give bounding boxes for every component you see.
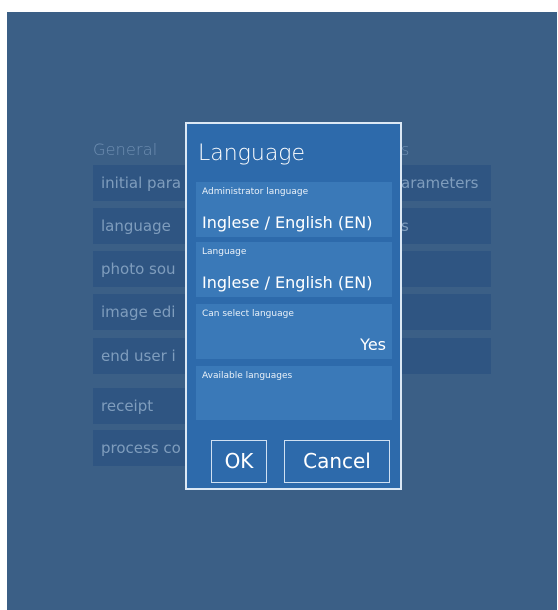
menu-item-receipt[interactable]: receipt	[93, 388, 187, 424]
ok-button[interactable]: OK	[211, 440, 267, 483]
field-label: Administrator language	[202, 187, 309, 197]
field-value: Inglese / English (EN)	[202, 213, 373, 232]
menu-item-image-editing[interactable]: image edi	[93, 294, 187, 330]
can-select-language-field[interactable]: Can select language Yes	[196, 304, 392, 359]
field-label: Available languages	[202, 371, 293, 381]
menu-item-right-3[interactable]	[401, 251, 491, 287]
menu-item-language[interactable]: language	[93, 208, 187, 244]
menu-item-right-4[interactable]	[401, 294, 491, 330]
menu-item-photo-source[interactable]: photo sou	[93, 251, 187, 287]
settings-screen: General s initial para language photo so…	[7, 12, 557, 610]
general-heading: General	[93, 140, 158, 159]
menu-item-right-5[interactable]	[401, 338, 491, 374]
menu-item-end-user-interface[interactable]: end user i	[93, 338, 187, 374]
field-value: Yes	[360, 335, 386, 354]
menu-item-process-control[interactable]: process co	[93, 430, 187, 466]
language-dialog: Language Administrator language Inglese …	[185, 122, 402, 490]
field-label: Can select language	[202, 309, 294, 319]
available-languages-field[interactable]: Available languages	[196, 366, 392, 420]
dialog-title: Language	[198, 141, 306, 166]
menu-item-initial-parameters[interactable]: initial para	[93, 165, 187, 201]
administrator-language-field[interactable]: Administrator language Inglese / English…	[196, 182, 392, 237]
right-column-heading: s	[401, 140, 410, 159]
field-value: Inglese / English (EN)	[202, 273, 373, 292]
cancel-button[interactable]: Cancel	[284, 440, 390, 483]
menu-item-parameters-right[interactable]: arameters	[401, 165, 491, 201]
menu-item-right-2[interactable]: s	[401, 208, 491, 244]
field-label: Language	[202, 247, 247, 257]
language-field[interactable]: Language Inglese / English (EN)	[196, 242, 392, 297]
